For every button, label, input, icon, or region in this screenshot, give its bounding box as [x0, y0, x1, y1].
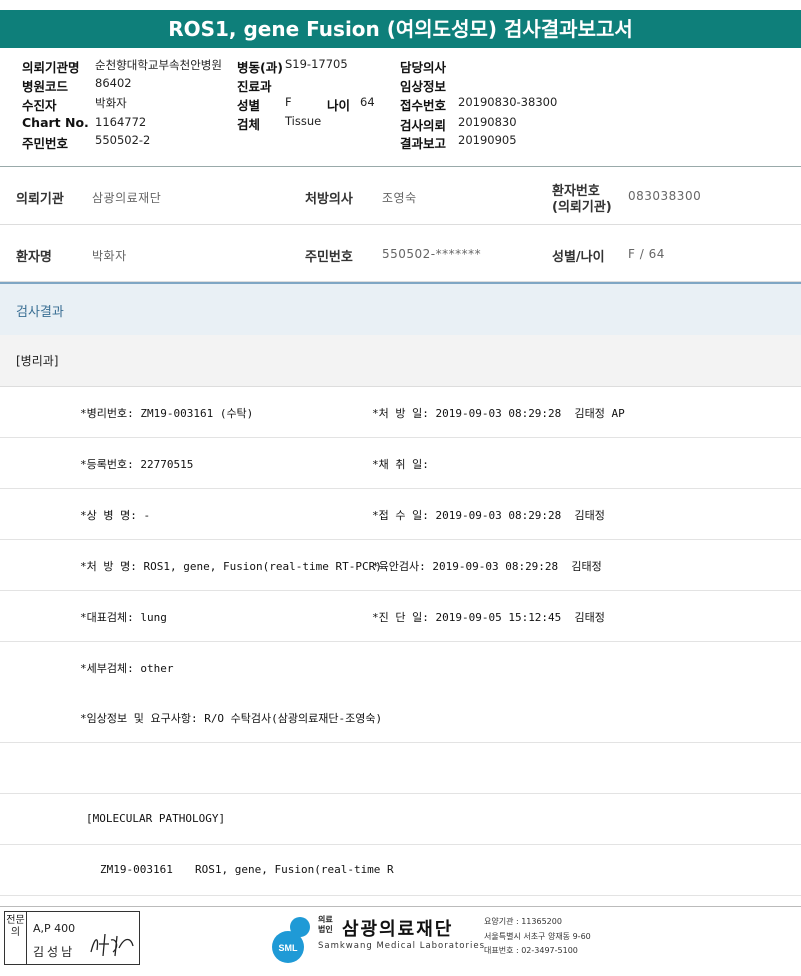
department-label: 진료과	[237, 79, 272, 94]
handwritten-signature	[90, 933, 134, 957]
patient-name-value: 박화자	[92, 249, 127, 263]
result-left: *임상정보 및 요구사항: R/O 수탁검사(삼광의료재단-조영숙)	[80, 712, 383, 725]
request-date-value: 20190830	[458, 115, 517, 129]
logo-name: 삼광의료재단	[342, 919, 454, 940]
result-right: *육안검사: 2019-09-03 08:29:28 김태정	[372, 560, 602, 573]
id-no-value: 550502-2	[95, 133, 151, 147]
sex-age-label: 성별/나이	[552, 250, 605, 265]
patient-name-label: 환자명	[16, 250, 52, 265]
department-label: [병리과]	[16, 354, 59, 368]
molecular-header-row: [MOLECULAR PATHOLOGY]	[0, 794, 801, 845]
signature-role: 전문의	[5, 912, 27, 964]
attending-label: 담당의사	[400, 60, 447, 75]
result-left: *처 방 명: ROS1, gene, Fusion(real-time RT-…	[80, 560, 382, 573]
result-left: *대표검체: lung	[80, 611, 167, 624]
result-row: *처 방 명: ROS1, gene, Fusion(real-time RT-…	[0, 540, 801, 591]
sex-label: 성별	[237, 98, 261, 113]
id-no-label: 주민번호	[22, 136, 69, 151]
patient-no-value: 083038300	[628, 189, 702, 203]
doctor-label: 처방의사	[305, 192, 353, 207]
request-date-label: 검사의뢰	[400, 118, 447, 133]
examinee-value: 박화자	[95, 96, 127, 110]
receipt-no-value: 20190830-38300	[458, 95, 558, 109]
institution-value: 삼광의료재단	[92, 191, 162, 205]
requesting-institution-label: 의뢰기관명	[22, 60, 80, 75]
molecular-line-id: ZM19-003161	[100, 863, 173, 876]
report-date-label: 결과보고	[400, 136, 447, 151]
molecular-header: [MOLECULAR PATHOLOGY]	[86, 812, 226, 825]
chart-no-label: Chart No.	[22, 115, 89, 130]
result-row: *세부검체: other	[0, 642, 801, 693]
chart-no-value: 1164772	[95, 115, 147, 129]
signature-name: 김성남	[33, 945, 76, 959]
blank-row	[0, 743, 801, 794]
examinee-label: 수진자	[22, 98, 57, 113]
logo-badge-text: SML	[279, 943, 299, 953]
age-label: 나이	[327, 98, 351, 113]
molecular-line-row: ZM19-003161 ROS1, gene, Fusion(real-time…	[0, 845, 801, 896]
clinical-info-label: 임상정보	[400, 79, 447, 94]
result-row: *임상정보 및 요구사항: R/O 수탁검사(삼광의료재단-조영숙)	[0, 692, 801, 743]
sml-logo-icon: SML	[272, 917, 310, 963]
specimen-value: Tissue	[285, 114, 322, 128]
logo-english-name: Samkwang Medical Laboratories	[318, 941, 486, 951]
report-header: 의뢰기관명 순천향대학교부속천안병원 병동(과) S19-17705 담당의사 …	[0, 50, 801, 167]
molecular-line-test: ROS1, gene, Fusion(real-time R	[195, 863, 394, 876]
hospital-code-label: 병원코드	[22, 79, 69, 94]
department-row: [병리과]	[0, 335, 801, 387]
result-row: *대표검체: lung *진 단 일: 2019-09-05 15:12:45 …	[0, 591, 801, 642]
patient-info-row-1: 의뢰기관 삼광의료재단 처방의사 조영숙 환자번호 (의뢰기관) 0830383…	[0, 166, 801, 225]
ward-value: S19-17705	[285, 57, 348, 71]
doctor-value: 조영숙	[382, 191, 417, 205]
logo-legal-entity: 의료 법인	[318, 915, 333, 935]
logo-small-line1: 의료	[318, 915, 333, 924]
result-left: *세부검체: other	[80, 662, 174, 675]
result-left: *상 병 명: -	[80, 509, 151, 522]
age-value: 64	[360, 95, 375, 109]
signature-box: 전문의 A,P 400 김성남	[4, 911, 140, 965]
results-section-title: 검사결과	[16, 305, 64, 320]
result-right: *접 수 일: 2019-09-03 08:29:28 김태정	[372, 509, 605, 522]
result-row: *등록번호: 22770515 *채 취 일:	[0, 438, 801, 489]
result-left: *등록번호: 22770515	[80, 458, 194, 471]
requesting-institution-value: 순천향대학교부속천안병원	[95, 58, 222, 72]
id-label: 주민번호	[305, 250, 353, 265]
id-value: 550502-*******	[382, 247, 482, 261]
signature-ap: A,P 400	[33, 922, 76, 935]
logo-small-line2: 법인	[318, 925, 333, 934]
patient-no-label-line2: (의뢰기관)	[552, 200, 612, 215]
patient-info-row-2: 환자명 박화자 주민번호 550502-******* 성별/나이 F / 64	[0, 225, 801, 282]
result-left: *병리번호: ZM19-003161 (수탁)	[80, 407, 254, 420]
phone: 대표번호 : 02-3497-5100	[484, 946, 578, 955]
institution-code: 요양기관 : 11365200	[484, 917, 562, 926]
report-date-value: 20190905	[458, 133, 517, 147]
result-right: *처 방 일: 2019-09-03 08:29:28 김태정 AP	[372, 407, 625, 420]
report-footer: 전문의 A,P 400 김성남 SML 의료 법인 삼광의료재단 Samkwan…	[0, 906, 801, 976]
report-title: ROS1, gene Fusion (여의도성모) 검사결과보고서	[0, 10, 801, 48]
results-section-header: 검사결과	[0, 282, 801, 337]
ward-label: 병동(과)	[237, 60, 283, 75]
result-right: *채 취 일:	[372, 458, 429, 471]
address: 서울특별시 서초구 양재동 9-60	[484, 932, 591, 941]
specimen-label: 검체	[237, 117, 261, 132]
institution-label: 의뢰기관	[16, 192, 64, 207]
result-row: *병리번호: ZM19-003161 (수탁) *처 방 일: 2019-09-…	[0, 387, 801, 438]
result-row: *상 병 명: - *접 수 일: 2019-09-03 08:29:28 김태…	[0, 489, 801, 540]
receipt-no-label: 접수번호	[400, 98, 447, 113]
sex-value: F	[285, 95, 292, 109]
hospital-code-value: 86402	[95, 76, 132, 90]
sex-age-value: F / 64	[628, 247, 665, 261]
result-right: *진 단 일: 2019-09-05 15:12:45 김태정	[372, 611, 605, 624]
